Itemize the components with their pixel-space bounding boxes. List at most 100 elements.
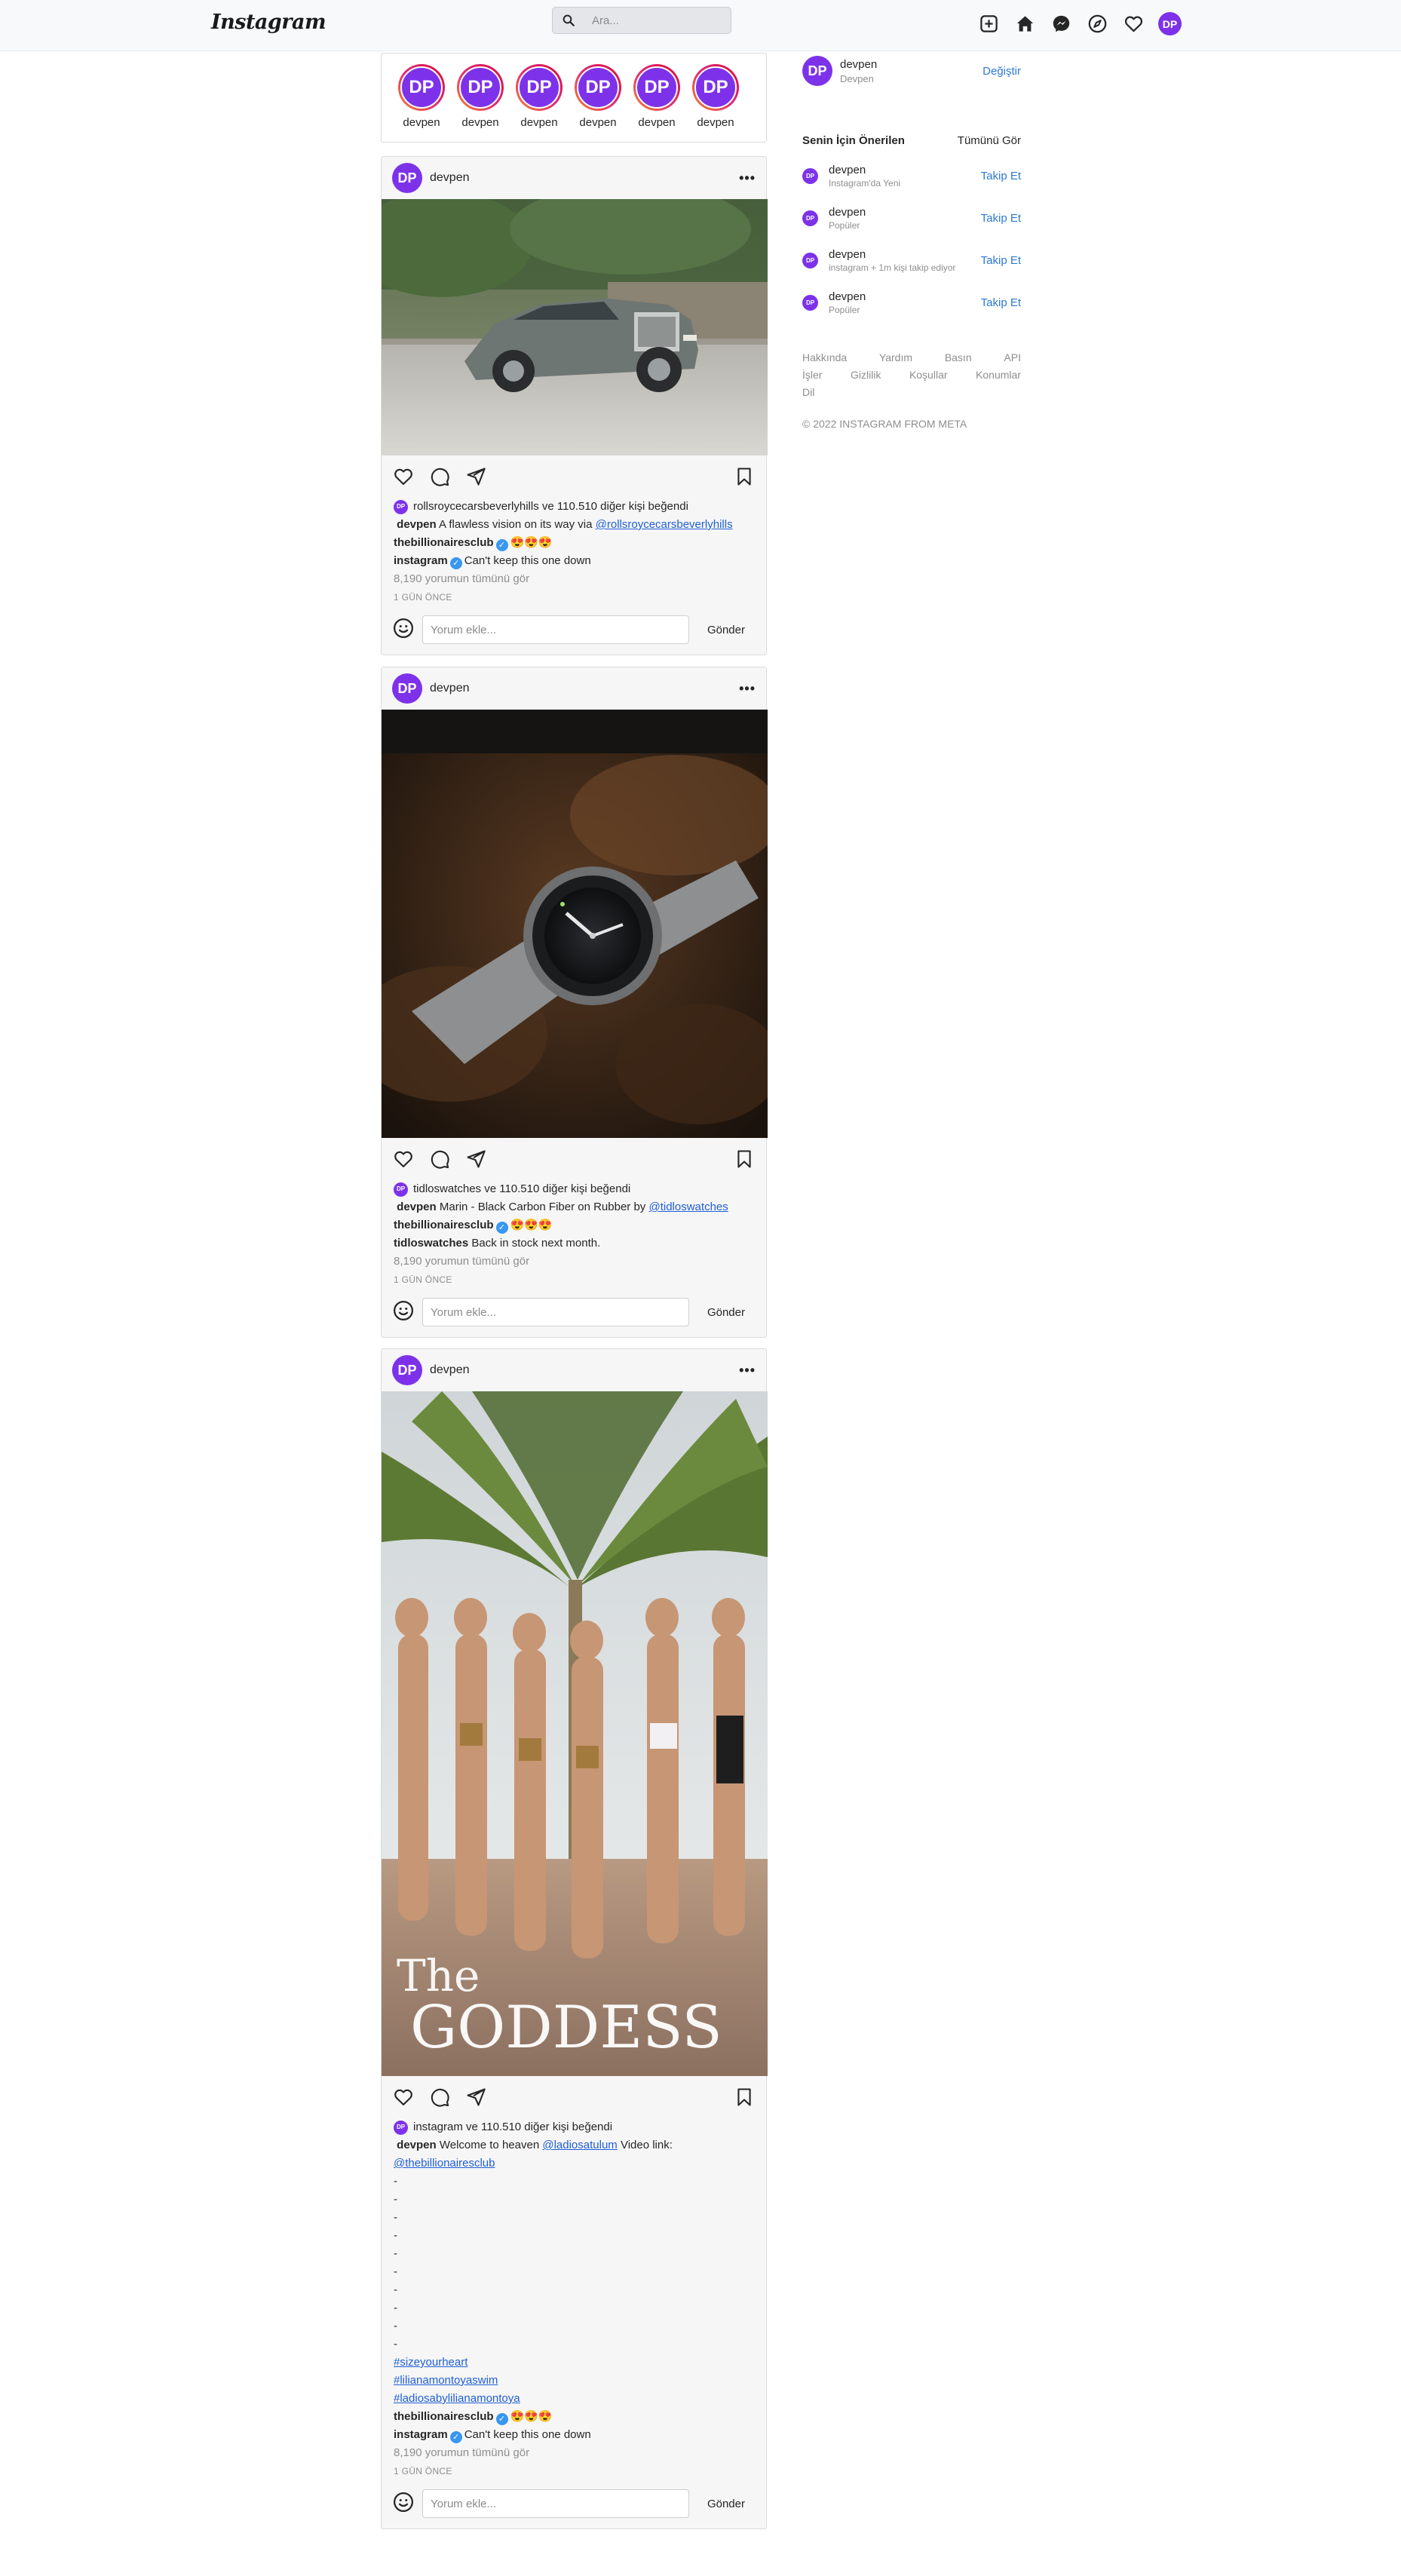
comment-input[interactable]	[431, 1305, 679, 1319]
suggestion-avatar[interactable]: DP	[802, 252, 818, 268]
emoji-smiley-icon[interactable]	[392, 1299, 415, 1326]
comment-bubble-icon[interactable]	[428, 2086, 451, 2108]
send-comment-button[interactable]: Gönder	[707, 2498, 745, 2510]
post-author-username[interactable]: devpen	[430, 171, 470, 185]
post-image-goddess[interactable]: The GODDESS	[382, 1391, 768, 2076]
home-icon[interactable]	[1013, 13, 1036, 35]
view-all-comments-link[interactable]: 8,190 yorumun tümünü gör	[394, 1253, 754, 1271]
post-author-avatar[interactable]: DP	[392, 673, 422, 704]
comment-username[interactable]: thebillionairesclub	[394, 2410, 494, 2423]
post-author-username[interactable]: devpen	[430, 682, 470, 695]
share-paper-plane-icon[interactable]	[464, 1148, 487, 1170]
like-heart-icon[interactable]	[392, 465, 415, 488]
post-author-username[interactable]: devpen	[430, 1363, 470, 1377]
send-comment-button[interactable]: Gönder	[707, 1306, 745, 1319]
story-item[interactable]: DP devpen	[451, 64, 510, 142]
story-item[interactable]: DP devpen	[392, 64, 451, 142]
comment-field[interactable]	[422, 2489, 689, 2518]
bookmark-icon[interactable]	[733, 1148, 756, 1170]
switch-account-button[interactable]: Değiştir	[983, 65, 1021, 78]
comment-username[interactable]: thebillionairesclub	[394, 536, 494, 549]
instagram-logo[interactable]: Instagram	[211, 11, 326, 34]
footer-link-help[interactable]: Yardım	[879, 349, 912, 366]
view-all-comments-link[interactable]: 8,190 yorumun tümünü gör	[394, 2444, 754, 2462]
see-all-link[interactable]: Tümünü Gör	[958, 134, 1021, 147]
likes-summary[interactable]: DP tidloswatches ve 110.510 diğer kişi be…	[394, 1180, 754, 1198]
more-options-icon[interactable]: •••	[739, 170, 756, 186]
follow-button[interactable]: Takip Et	[981, 296, 1021, 309]
send-comment-button[interactable]: Gönder	[707, 624, 745, 636]
more-options-icon[interactable]: •••	[739, 1363, 756, 1378]
caption-username[interactable]: devpen	[397, 1201, 437, 1213]
hashtag-link[interactable]: #ladiosabylilianamontoya	[394, 2392, 520, 2405]
share-paper-plane-icon[interactable]	[464, 2086, 487, 2108]
messenger-icon[interactable]	[1050, 13, 1072, 35]
comment-bubble-icon[interactable]	[428, 465, 451, 488]
footer-link-api[interactable]: API	[1004, 349, 1021, 366]
search-box[interactable]	[552, 7, 731, 34]
current-user-avatar[interactable]: DP	[802, 56, 832, 86]
hashtag-link[interactable]: #lilianamontoyaswim	[394, 2374, 498, 2387]
emoji-smiley-icon[interactable]	[392, 2491, 415, 2517]
story-item[interactable]: DP devpen	[569, 64, 627, 142]
suggestion-avatar[interactable]: DP	[802, 167, 818, 184]
like-heart-icon[interactable]	[392, 2086, 415, 2108]
suggestion-item: DP devpen Popüler Takip Et	[802, 289, 1021, 316]
comment-username[interactable]: instagram	[394, 554, 448, 567]
comment-username[interactable]: tidloswatches	[394, 1237, 468, 1250]
follow-button[interactable]: Takip Et	[981, 212, 1021, 225]
story-item[interactable]: DP devpen	[686, 64, 745, 142]
comment-username[interactable]: instagram	[394, 2428, 448, 2441]
footer-link-locations[interactable]: Konumlar	[976, 366, 1021, 384]
caption-mention-link[interactable]: @rollsroycecarsbeverlyhills	[596, 518, 733, 531]
suggestion-username[interactable]: devpen	[829, 164, 900, 176]
follow-button[interactable]: Takip Et	[981, 170, 1021, 182]
post-image-watch[interactable]	[382, 710, 768, 1138]
bookmark-icon[interactable]	[733, 465, 756, 488]
story-item[interactable]: DP devpen	[627, 64, 686, 142]
likes-summary[interactable]: DP instagram ve 110.510 diğer kişi beğend…	[394, 2118, 754, 2136]
share-paper-plane-icon[interactable]	[464, 465, 487, 488]
comment-bubble-icon[interactable]	[428, 1148, 451, 1170]
comment-field[interactable]	[422, 1298, 689, 1326]
suggestion-item: DP devpen Instagram'da Yeni Takip Et	[802, 162, 1021, 189]
footer-link-press[interactable]: Basın	[945, 349, 972, 366]
activity-heart-icon[interactable]	[1122, 13, 1145, 35]
emoji-smiley-icon[interactable]	[392, 617, 415, 643]
more-options-icon[interactable]: •••	[739, 681, 756, 697]
footer-link-terms[interactable]: Koşullar	[909, 366, 948, 384]
caption-username[interactable]: devpen	[397, 518, 437, 531]
explore-compass-icon[interactable]	[1086, 13, 1108, 35]
caption-mention-link[interactable]: @thebillionairesclub	[394, 2157, 495, 2170]
comment-input[interactable]	[431, 2497, 679, 2510]
footer-link-about[interactable]: Hakkında	[802, 349, 847, 366]
comment-field[interactable]	[422, 615, 689, 644]
comment-username[interactable]: thebillionairesclub	[394, 1219, 494, 1231]
footer-link-privacy[interactable]: Gizlilik	[851, 366, 881, 384]
caption-username[interactable]: devpen	[397, 2139, 437, 2151]
caption-mention-link[interactable]: @ladiosatulum	[542, 2139, 617, 2151]
view-all-comments-link[interactable]: 8,190 yorumun tümünü gör	[394, 570, 754, 588]
likes-summary[interactable]: DP rollsroycecarsbeverlyhills ve 110.510 …	[394, 498, 754, 516]
post-author-avatar[interactable]: DP	[392, 163, 422, 193]
post-author-avatar[interactable]: DP	[392, 1355, 422, 1385]
suggestion-avatar[interactable]: DP	[802, 210, 818, 226]
profile-avatar[interactable]: DP	[1158, 12, 1182, 35]
bookmark-icon[interactable]	[733, 2086, 756, 2108]
hashtag-link[interactable]: #sizeyourheart	[394, 2356, 468, 2369]
suggestion-avatar[interactable]: DP	[802, 294, 818, 311]
suggestion-username[interactable]: devpen	[829, 206, 866, 219]
current-user-username[interactable]: devpen	[840, 58, 877, 71]
footer-link-jobs[interactable]: İşler	[802, 366, 822, 384]
follow-button[interactable]: Takip Et	[981, 254, 1021, 267]
search-input[interactable]	[592, 14, 713, 27]
suggestion-username[interactable]: devpen	[829, 290, 866, 303]
footer-link-language[interactable]: Dil	[802, 384, 814, 401]
like-heart-icon[interactable]	[392, 1148, 415, 1170]
comment-input[interactable]	[431, 623, 679, 636]
story-item[interactable]: DP devpen	[510, 64, 569, 142]
suggestion-username[interactable]: devpen	[829, 248, 955, 261]
post-image-car[interactable]	[382, 199, 768, 455]
caption-mention-link[interactable]: @tidloswatches	[648, 1201, 728, 1213]
new-post-icon[interactable]	[977, 13, 1000, 35]
